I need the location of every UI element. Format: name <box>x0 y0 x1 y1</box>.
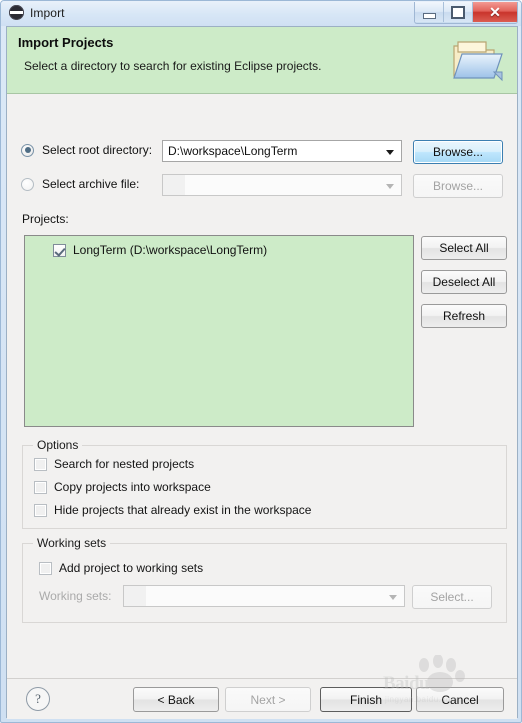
refresh-label: Refresh <box>442 309 486 323</box>
options-group: Options Search for nested projects Copy … <box>22 438 507 529</box>
list-item[interactable]: LongTerm (D:\workspace\LongTerm) <box>25 241 413 259</box>
page-description: Select a directory to search for existin… <box>24 59 322 73</box>
chevron-down-icon <box>389 595 397 600</box>
add-to-working-sets-row[interactable]: Add project to working sets <box>39 561 203 575</box>
archive-file-radio-row[interactable]: Select archive file: <box>21 177 139 191</box>
minimize-button[interactable] <box>415 2 444 22</box>
deselect-all-button[interactable]: Deselect All <box>421 270 507 294</box>
finish-button-label: Finish <box>349 692 382 707</box>
add-to-working-sets-label: Add project to working sets <box>59 561 204 575</box>
option-hide-existing[interactable]: Hide projects that already exist in the … <box>34 503 311 517</box>
select-all-label: Select All <box>439 241 489 255</box>
root-directory-label: Select root directory: <box>42 143 153 157</box>
maximize-button[interactable] <box>444 2 473 22</box>
root-directory-radio-row[interactable]: Select root directory: <box>21 143 152 157</box>
back-button[interactable]: < Back <box>133 687 219 712</box>
copy-projects-checkbox[interactable] <box>34 480 47 494</box>
refresh-button[interactable]: Refresh <box>421 304 507 328</box>
dialog-body: Import Projects Select a directory to se… <box>6 26 518 719</box>
select-all-button[interactable]: Select All <box>421 236 507 260</box>
working-sets-group: Working sets Add project to working sets… <box>22 536 507 623</box>
maximize-icon <box>451 5 465 19</box>
browse-root-directory-button[interactable]: Browse... <box>413 140 503 164</box>
working-sets-combo <box>123 585 405 607</box>
dialog-button-bar: ? < Back Next > Finish Cancel Baidu jing… <box>7 654 517 719</box>
next-button-label: Next > <box>250 692 286 707</box>
working-sets-select-label: Select... <box>430 590 474 604</box>
chevron-down-icon <box>386 184 394 189</box>
back-button-label: < Back <box>157 692 195 707</box>
open-folder-icon <box>453 41 503 82</box>
working-sets-combo-label: Working sets: <box>39 589 112 603</box>
search-nested-label: Search for nested projects <box>54 457 195 471</box>
help-icon[interactable]: ? <box>26 687 50 711</box>
hide-existing-checkbox[interactable] <box>34 503 47 517</box>
hide-existing-label: Hide projects that already exist in the … <box>54 503 312 517</box>
browse-root-directory-label: Browse... <box>432 145 483 159</box>
project-label: LongTerm (D:\workspace\LongTerm) <box>73 243 268 257</box>
project-checkbox[interactable] <box>53 243 66 257</box>
working-sets-group-title: Working sets <box>33 536 111 550</box>
projects-label: Projects: <box>22 212 69 226</box>
eclipse-icon <box>9 5 24 20</box>
page-title: Import Projects <box>18 35 114 50</box>
archive-file-label: Select archive file: <box>42 177 140 191</box>
archive-file-combo <box>162 174 402 196</box>
option-copy-projects[interactable]: Copy projects into workspace <box>34 480 211 494</box>
projects-list[interactable]: LongTerm (D:\workspace\LongTerm) <box>24 235 414 427</box>
finish-button[interactable]: Finish <box>320 687 412 712</box>
working-sets-select-button: Select... <box>412 585 492 609</box>
option-search-nested[interactable]: Search for nested projects <box>34 457 194 471</box>
dialog-content: Select root directory: D:\workspace\Long… <box>7 95 517 678</box>
chevron-down-icon <box>386 150 394 155</box>
archive-file-radio[interactable] <box>21 177 34 191</box>
search-nested-checkbox[interactable] <box>34 457 47 471</box>
title-bar[interactable]: Import ✕ <box>1 1 521 26</box>
close-button[interactable]: ✕ <box>473 2 517 22</box>
window-title: Import <box>30 5 65 20</box>
root-directory-combo[interactable]: D:\workspace\LongTerm <box>162 140 402 162</box>
next-button: Next > <box>225 687 311 712</box>
deselect-all-label: Deselect All <box>432 275 496 289</box>
copy-projects-label: Copy projects into workspace <box>54 480 211 494</box>
options-group-title: Options <box>33 438 83 452</box>
browse-archive-file-button: Browse... <box>413 174 503 198</box>
root-directory-value: D:\workspace\LongTerm <box>168 144 298 158</box>
cancel-button[interactable]: Cancel <box>416 687 504 712</box>
root-directory-radio[interactable] <box>21 143 34 157</box>
title-bar-left: Import <box>9 5 65 20</box>
wizard-banner: Import Projects Select a directory to se… <box>7 27 517 94</box>
window-controls: ✕ <box>414 2 518 24</box>
minimize-icon <box>422 12 436 19</box>
cancel-button-label: Cancel <box>441 692 479 707</box>
import-dialog-window: Import ✕ Import Projects Select a direct… <box>0 0 522 723</box>
close-icon: ✕ <box>489 4 501 20</box>
browse-archive-file-label: Browse... <box>432 179 483 193</box>
add-to-working-sets-checkbox[interactable] <box>39 561 52 575</box>
